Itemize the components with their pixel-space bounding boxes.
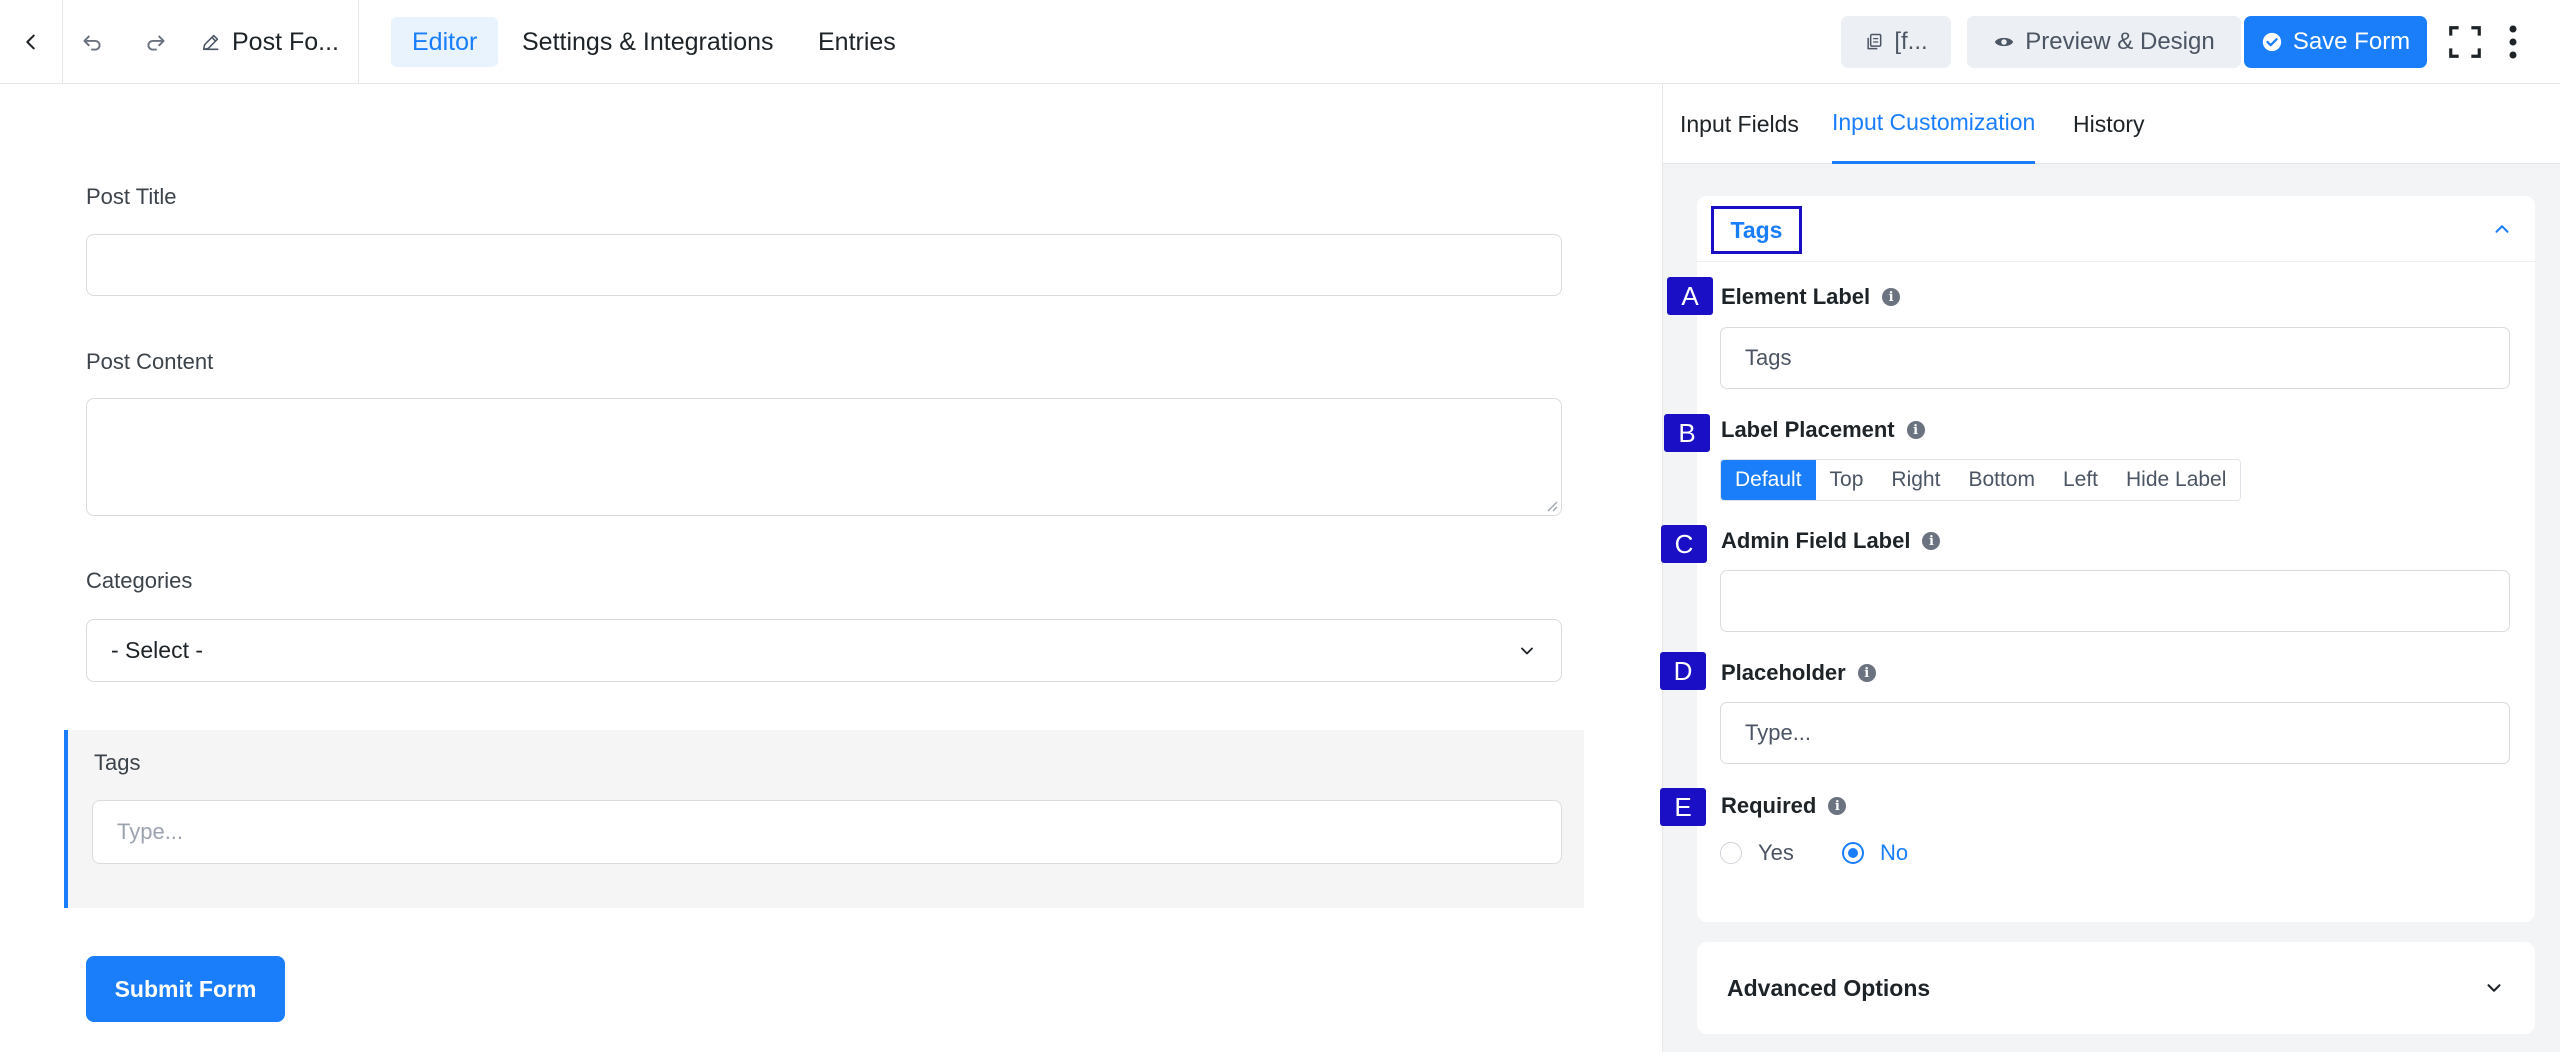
marker-c: C [1661,525,1707,563]
placement-hide-label[interactable]: Hide Label [2112,460,2241,500]
required-text: Required [1721,793,1817,818]
advanced-options-label: Advanced Options [1727,974,1931,1001]
tab-history[interactable]: History [2073,84,2145,164]
info-icon[interactable]: i [1828,797,1847,815]
marker-d: D [1660,652,1706,690]
tab-input-customization[interactable]: Input Customization [1832,84,2036,164]
required-yes-radio[interactable]: Yes [1720,840,1794,866]
more-options-button[interactable] [2498,0,2528,84]
info-icon[interactable]: i [1922,532,1941,550]
tab-input-fields-label: Input Fields [1680,110,1799,137]
top-bar: Post Fo... Editor Settings & Integration… [0,0,2560,84]
eye-icon [1995,37,2014,47]
admin-field-label-heading: Admin Field Label i [1721,528,1941,554]
marker-b: B [1664,414,1710,452]
label-placement-text: Label Placement [1721,417,1895,442]
advanced-options-toggle[interactable]: Advanced Options [1697,942,2535,1034]
redo-icon [147,35,165,51]
marker-e: E [1660,788,1706,826]
chevron-down-icon [1521,647,1533,654]
info-icon[interactable]: i [1906,421,1925,439]
tags-placeholder: Type... [117,819,184,844]
shortcode-label: [f... [1894,28,1928,55]
tab-settings-label: Settings & Integrations [522,27,774,56]
element-label-heading: Element Label i [1721,284,1901,310]
chevron-left-icon [26,34,35,50]
tab-editor-label: Editor [412,27,478,56]
settings-panel: Input Fields Input Customization History… [1662,84,2560,1052]
info-icon[interactable]: i [1857,664,1876,682]
save-form-button[interactable]: Save Form [2244,16,2427,68]
element-label-value: Tags [1745,345,1792,370]
element-label-input[interactable]: Tags [1720,327,2510,389]
preview-design-button[interactable]: Preview & Design [1967,16,2241,68]
tab-entries-label: Entries [818,27,896,56]
tab-settings-integrations[interactable]: Settings & Integrations [501,17,795,67]
info-icon[interactable]: i [1882,288,1901,306]
kebab-menu-icon [2509,25,2517,59]
undo-button[interactable] [63,0,121,84]
radio-unchecked-icon [1720,842,1742,864]
undo-icon [83,35,101,51]
tab-input-customization-label: Input Customization [1832,109,2036,135]
submit-form-label: Submit Form [114,975,257,1002]
placeholder-input[interactable]: Type... [1720,702,2510,764]
fullscreen-button[interactable] [2440,0,2490,84]
placeholder-heading: Placeholder i [1721,660,1876,686]
placement-default[interactable]: Default [1721,460,1816,500]
section-title-text: Tags [1730,216,1783,243]
placeholder-text: Placeholder [1721,660,1846,685]
back-button[interactable] [0,0,62,84]
placement-bottom[interactable]: Bottom [1954,460,2049,500]
edit-pencil-icon [202,34,219,51]
post-content-textarea[interactable] [86,398,1562,516]
categories-label: Categories [86,568,193,593]
chevron-down-icon [2487,984,2501,992]
section-title: Tags [1711,206,1802,254]
placement-top[interactable]: Top [1815,460,1878,500]
required-yes-label: Yes [1758,840,1794,865]
resize-handle-icon [1547,501,1558,512]
required-no-radio[interactable]: No [1842,840,1908,866]
radio-checked-icon [1842,842,1864,864]
placement-right[interactable]: Right [1877,460,1955,500]
placeholder-value: Type... [1745,720,1812,745]
element-label-text: Element Label [1721,284,1871,309]
redo-button[interactable] [127,0,185,84]
required-no-label: No [1880,840,1909,865]
copy-icon [1867,33,1882,50]
label-placement-heading: Label Placement i [1721,417,1925,443]
tab-input-fields[interactable]: Input Fields [1680,84,1799,164]
tab-editor[interactable]: Editor [391,17,499,67]
shortcode-button[interactable]: [f... [1841,16,1951,68]
tab-history-label: History [2073,110,2145,137]
post-title-input[interactable] [86,234,1562,296]
categories-select[interactable]: - Select - [86,619,1562,682]
tags-field-selected[interactable]: Tags Type... [64,730,1584,908]
admin-field-label-input[interactable] [1720,570,2510,632]
form-title[interactable]: Post Fo... [200,0,339,84]
card-header[interactable]: Tags [1697,196,2535,262]
panel-tabs: Input Fields Input Customization History [1663,84,2560,164]
tags-label: Tags [94,750,141,775]
form-title-text: Post Fo... [232,27,339,56]
chevron-up-icon[interactable] [2491,218,2513,240]
check-circle-icon [2262,32,2281,52]
fullscreen-icon [2449,26,2481,58]
preview-design-label: Preview & Design [2025,28,2215,55]
marker-a: A [1667,277,1713,315]
post-content-label: Post Content [86,349,214,374]
categories-value: - Select - [111,637,204,663]
submit-form-button[interactable]: Submit Form [86,956,285,1022]
tab-entries[interactable]: Entries [797,17,917,67]
save-form-label: Save Form [2292,28,2411,55]
label-placement-segmented: Default Top Right Bottom Left Hide Label [1720,459,2242,501]
admin-field-label-text: Admin Field Label [1721,528,1911,553]
post-title-label: Post Title [86,184,177,209]
tags-input[interactable]: Type... [92,800,1562,864]
required-heading: Required i [1721,793,1847,819]
placement-left[interactable]: Left [2048,460,2112,500]
